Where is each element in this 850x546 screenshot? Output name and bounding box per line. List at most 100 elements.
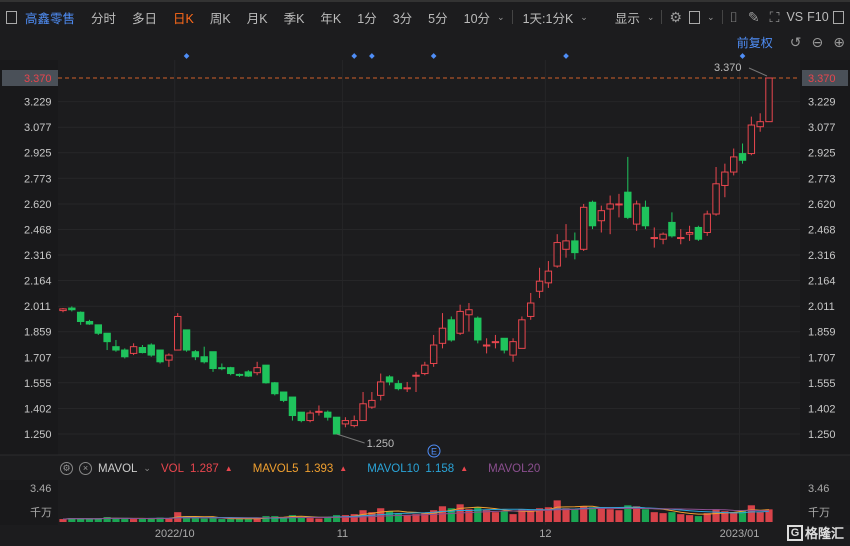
volume-bar: [59, 519, 67, 522]
y-tick-label-right: 1.707: [808, 352, 836, 364]
candle-body: [76, 311, 85, 322]
close-icon[interactable]: ×: [79, 462, 92, 475]
volume-bar: [756, 512, 764, 522]
up-arrow-icon: ▲: [224, 464, 233, 473]
candle-body: [588, 201, 597, 227]
y-tick-label-left: 2.620: [24, 199, 52, 211]
y-tick-label-left: 1.402: [24, 403, 52, 415]
y-tick-label-left: 3.229: [24, 97, 52, 109]
settings-icon[interactable]: ⚙: [60, 462, 73, 475]
candle-body: [368, 399, 376, 408]
mavol5-label: MAVOL5: [252, 462, 299, 475]
y-tick-label-left: 2.925: [24, 148, 52, 160]
volume-max-label-right: 3.46: [808, 483, 829, 495]
candle-body: [262, 364, 270, 384]
event-diamond: [739, 53, 746, 59]
candle-body: [59, 308, 67, 312]
candle-body: [597, 210, 606, 222]
candle-body: [94, 324, 102, 334]
candle-body: [279, 391, 288, 401]
candle-body: [650, 237, 658, 240]
volume-bar: [165, 518, 173, 522]
event-diamond: [430, 53, 437, 59]
candle-body: [668, 221, 676, 237]
y-tick-label-left: 2.011: [24, 301, 51, 313]
volume-bar: [491, 512, 500, 522]
y-tick-label-right: 2.773: [808, 173, 836, 185]
event-diamond: [369, 53, 375, 59]
candle-body: [421, 364, 429, 375]
candle-body: [677, 237, 685, 240]
volume-bar: [500, 511, 508, 522]
logo-text: 格隆汇: [804, 526, 844, 541]
y-tick-label-left: 3.370: [24, 73, 52, 85]
candle-body: [721, 171, 729, 186]
candle-body: [297, 411, 305, 422]
candle-body: [465, 309, 473, 316]
volume-bar: [271, 516, 279, 522]
volume-bar: [747, 505, 755, 522]
volume-bar: [385, 511, 394, 522]
candle-body: [518, 319, 526, 349]
y-tick-label-left: 2.164: [24, 276, 52, 288]
volume-bar: [138, 518, 147, 522]
up-arrow-icon: ▲: [339, 464, 348, 473]
candle-body: [544, 270, 553, 284]
candle-body: [209, 351, 217, 370]
candle-body: [456, 310, 464, 334]
volume-max-label: 3.46: [30, 483, 51, 495]
y-tick-label-right: 2.620: [808, 199, 836, 211]
volume-bar: [218, 519, 226, 522]
event-diamond: [563, 53, 569, 59]
y-tick-label-right: 2.316: [808, 250, 836, 262]
candle-body: [191, 351, 200, 358]
y-tick-label-left: 2.468: [24, 224, 52, 236]
candle-body: [385, 376, 394, 383]
volume-bar: [571, 509, 579, 522]
x-tick-label: 2022/10: [155, 528, 195, 540]
candle-body: [765, 77, 773, 123]
candle-body: [103, 332, 111, 343]
mavol10-label: MAVOL10: [367, 462, 420, 475]
candle-body: [306, 412, 314, 422]
y-tick-label-left: 1.555: [24, 378, 52, 390]
candle-body: [288, 396, 297, 417]
y-tick-label-right: 3.370: [808, 73, 836, 85]
chevron-down-icon[interactable]: ⌄: [143, 463, 151, 474]
candle-body: [394, 383, 403, 390]
candle-body: [315, 410, 323, 413]
volume-bar: [227, 519, 235, 522]
volume-bar: [641, 509, 650, 522]
volume-unit-label: 千万: [30, 506, 52, 519]
candle-body: [500, 337, 508, 351]
candle-body: [359, 403, 367, 422]
candle-body: [632, 203, 641, 225]
candle-body: [156, 349, 164, 363]
candle-body: [68, 307, 76, 311]
volume-bar: [650, 512, 658, 522]
y-tick-label-right: 3.077: [808, 122, 836, 134]
volume-bar: [712, 509, 720, 522]
candle-body: [253, 367, 261, 374]
y-tick-label-left: 1.859: [24, 327, 52, 339]
mavol10-value: 1.158: [425, 462, 455, 475]
candle-body: [271, 382, 279, 395]
vol-value: 1.287: [189, 462, 219, 475]
candle-body: [403, 387, 411, 390]
volume-bar: [474, 507, 482, 522]
candle-body: [412, 374, 420, 377]
volume-bar: [262, 516, 270, 522]
volume-bar: [394, 513, 402, 522]
candle-body: [553, 242, 561, 267]
candle-body: [112, 346, 120, 351]
watermark-logo: G 格隆汇: [786, 523, 844, 542]
candle-body: [562, 240, 570, 250]
low-price-label: 1.250: [367, 438, 395, 450]
indicator-name[interactable]: MAVOL: [98, 463, 137, 475]
event-marker-label: E: [431, 447, 437, 457]
candle-body: [482, 344, 491, 347]
candle-body: [324, 411, 332, 418]
candle-body: [738, 153, 747, 161]
candle-body: [129, 346, 138, 354]
candle-body: [235, 373, 244, 376]
